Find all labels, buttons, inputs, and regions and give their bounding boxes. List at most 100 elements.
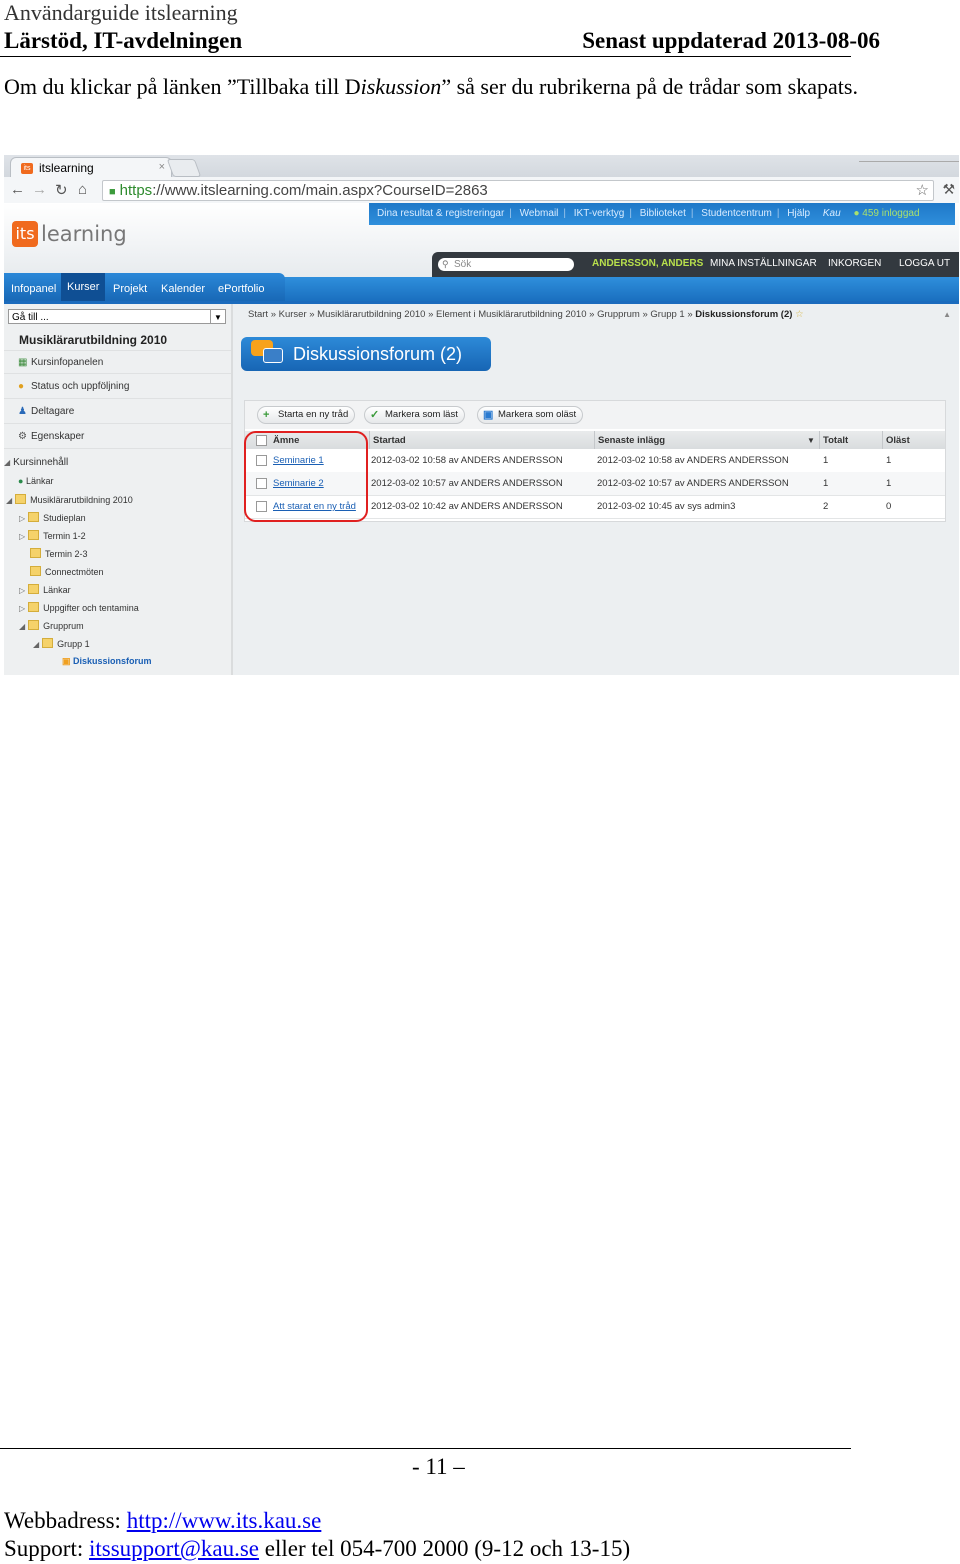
footer-web: Webbadress: http://www.its.kau.se bbox=[4, 1508, 322, 1533]
reload-icon[interactable]: ↻ bbox=[55, 181, 68, 199]
header-divider bbox=[0, 56, 851, 57]
forum-title-banner: Diskussionsforum (2) bbox=[241, 337, 491, 371]
breadcrumb-grupprum[interactable]: Grupprum bbox=[597, 309, 640, 320]
column-olast[interactable]: Oläst bbox=[886, 435, 910, 446]
tree-item-termin-1-2[interactable]: ▷ Termin 1-2 bbox=[19, 530, 86, 541]
breadcrumb-grupp-1[interactable]: Grupp 1 bbox=[650, 309, 684, 320]
goto-select[interactable]: Gå till ... ▼ bbox=[8, 309, 226, 324]
nav-eportfolio[interactable]: ePortfolio bbox=[218, 283, 264, 295]
scroll-up-icon[interactable]: ▲ bbox=[943, 310, 951, 319]
top-link-library[interactable]: Biblioteket bbox=[640, 208, 686, 219]
forward-icon[interactable]: → bbox=[32, 181, 47, 198]
top-link-studentcenter[interactable]: Studentcentrum bbox=[701, 208, 772, 219]
tree-item-diskussionsforum[interactable]: ▣ Diskussionsforum bbox=[62, 656, 152, 667]
tree-item-lankar[interactable]: ● Länkar bbox=[18, 476, 53, 486]
web-link[interactable]: http://www.its.kau.se bbox=[127, 1508, 322, 1533]
tree-item-grupp-1[interactable]: ◢ Grupp 1 bbox=[33, 638, 90, 649]
forum-icon: ▣ bbox=[62, 656, 71, 666]
sidebar-item-egenskaper[interactable]: ⚙ Egenskaper bbox=[4, 425, 231, 449]
home-icon[interactable]: ⌂ bbox=[78, 181, 87, 198]
course-title[interactable]: Musiklärarutbildning 2010 bbox=[19, 333, 167, 347]
itslearning-favicon-icon: its bbox=[21, 163, 33, 174]
forum-title: Diskussionsforum (2) bbox=[293, 344, 463, 364]
footer-divider bbox=[0, 1448, 851, 1449]
mark-unread-button[interactable]: ▣ Markera som oläst bbox=[477, 406, 584, 424]
folder-icon bbox=[28, 584, 40, 594]
itslearning-logo[interactable]: its learning bbox=[12, 221, 127, 251]
folder-icon bbox=[30, 548, 41, 558]
top-link-webmail[interactable]: Webmail bbox=[520, 208, 559, 219]
updated-date: Senast uppdaterad 2013-08-06 bbox=[582, 28, 880, 53]
tree-item-termin-2-3[interactable]: Termin 2-3 bbox=[30, 548, 88, 559]
top-links: Dina resultat & registreringar | Webmail |… bbox=[369, 203, 955, 225]
folder-icon bbox=[28, 512, 40, 522]
breadcrumb-kurser[interactable]: Kurser bbox=[279, 309, 307, 320]
itslearning-screenshot: its itslearning × ← → ↻ ⌂ ■ https://www.i… bbox=[4, 155, 959, 675]
nav-projekt[interactable]: Projekt bbox=[113, 283, 147, 295]
browser-tabbar: its itslearning × bbox=[4, 155, 959, 178]
url-field[interactable]: ■ https://www.itslearning.com/main.aspx?C… bbox=[102, 180, 934, 201]
wrench-icon[interactable]: ⚒ bbox=[942, 181, 955, 198]
new-thread-button[interactable]: + Starta en ny tråd bbox=[257, 406, 356, 424]
thread-unread: 0 bbox=[886, 501, 892, 512]
tree-item-course[interactable]: ◢ Musiklärarutbildning 2010 bbox=[6, 494, 133, 505]
tree-item-connectmoten[interactable]: Connectmöten bbox=[30, 566, 104, 577]
online-count[interactable]: 459 inloggad bbox=[862, 208, 919, 219]
discussion-icon-secondary bbox=[263, 348, 283, 363]
nav-kalender[interactable]: Kalender bbox=[161, 283, 205, 295]
thread-unread: 1 bbox=[886, 478, 892, 489]
search-input[interactable]: ⚲ Sök bbox=[438, 258, 574, 271]
red-highlight-circle bbox=[244, 431, 368, 522]
person-icon: ♟ bbox=[18, 406, 27, 417]
settings-link[interactable]: MINA INSTÄLLNINGAR bbox=[710, 258, 817, 269]
logout-link[interactable]: LOGGA UT bbox=[899, 258, 950, 269]
course-sidebar: Gå till ... ▼ Musiklärarutbildning 2010 ▦… bbox=[4, 304, 233, 675]
tab-close-icon[interactable]: × bbox=[159, 161, 165, 173]
sidebar-item-status[interactable]: ● Status och uppföljning bbox=[4, 375, 231, 399]
breadcrumb-start[interactable]: Start bbox=[248, 309, 268, 320]
browser-tab[interactable]: its itslearning × bbox=[10, 157, 172, 178]
status-icon: ● bbox=[18, 381, 25, 392]
kau-label: Kau bbox=[822, 208, 841, 219]
column-startad[interactable]: Startad bbox=[373, 435, 406, 446]
user-name-link[interactable]: ANDERSSON, ANDERS bbox=[592, 258, 703, 269]
thread-total: 1 bbox=[823, 455, 829, 466]
column-senaste[interactable]: Senaste inlägg bbox=[598, 435, 665, 446]
folder-icon bbox=[28, 530, 40, 540]
content-header[interactable]: ◢ Kursinnehåll bbox=[4, 457, 68, 468]
tree-item-studieplan[interactable]: ▷ Studieplan bbox=[19, 512, 86, 523]
sidebar-item-deltagare[interactable]: ♟ Deltagare bbox=[4, 400, 231, 424]
thread-started: 2012-03-02 10:57 av ANDERS ANDERSSON bbox=[371, 478, 563, 489]
tree-item-uppgifter[interactable]: ▷ Uppgifter och tentamina bbox=[19, 602, 139, 613]
check-icon: ✓ bbox=[370, 409, 380, 421]
breadcrumb-element[interactable]: Element i Musiklärarutbildning 2010 bbox=[436, 309, 587, 320]
bookmark-star-icon[interactable]: ☆ bbox=[916, 181, 929, 200]
sort-desc-icon[interactable]: ▼ bbox=[807, 436, 815, 445]
top-link-results[interactable]: Dina resultat & registreringar bbox=[377, 208, 504, 219]
folder-icon bbox=[28, 620, 40, 630]
inbox-link[interactable]: INKORGEN bbox=[828, 258, 881, 269]
folder-icon bbox=[28, 602, 40, 612]
thread-started: 2012-03-02 10:42 av ANDERS ANDERSSON bbox=[371, 501, 563, 512]
thread-total: 2 bbox=[823, 501, 829, 512]
top-link-help[interactable]: Hjälp bbox=[787, 208, 810, 219]
back-icon[interactable]: ← bbox=[10, 181, 25, 198]
support-email-link[interactable]: itssupport@kau.se bbox=[89, 1536, 259, 1561]
user-bar: ⚲ Sök ANDERSSON, ANDERS MINA INSTÄLLNINGA… bbox=[432, 252, 959, 277]
tree-item-lankar-2[interactable]: ▷ Länkar bbox=[19, 584, 71, 595]
gear-icon: ⚙ bbox=[18, 431, 27, 442]
nav-infopanel[interactable]: Infopanel bbox=[11, 283, 56, 295]
breadcrumb-current: Diskussionsforum (2) bbox=[695, 309, 793, 320]
nav-kurser[interactable]: Kurser bbox=[61, 273, 106, 301]
new-tab-button[interactable] bbox=[166, 159, 202, 177]
sidebar-item-kursinfopanelen[interactable]: ▦ Kursinfopanelen bbox=[4, 350, 231, 374]
favorite-star-icon[interactable]: ☆ bbox=[795, 309, 804, 320]
document-title: Användarguide itslearning bbox=[4, 0, 238, 25]
folder-icon bbox=[42, 638, 54, 648]
breadcrumb-course[interactable]: Musiklärarutbildning 2010 bbox=[317, 309, 425, 320]
column-totalt[interactable]: Totalt bbox=[823, 435, 848, 446]
mark-read-button[interactable]: ✓ Markera som läst bbox=[364, 406, 465, 424]
thread-toolbar: + Starta en ny tråd ✓ Markera som läst ▣ Ma… bbox=[245, 401, 945, 429]
tree-item-grupprum[interactable]: ◢ Grupprum bbox=[19, 620, 84, 631]
top-link-ikt[interactable]: IKT-verktyg bbox=[574, 208, 625, 219]
